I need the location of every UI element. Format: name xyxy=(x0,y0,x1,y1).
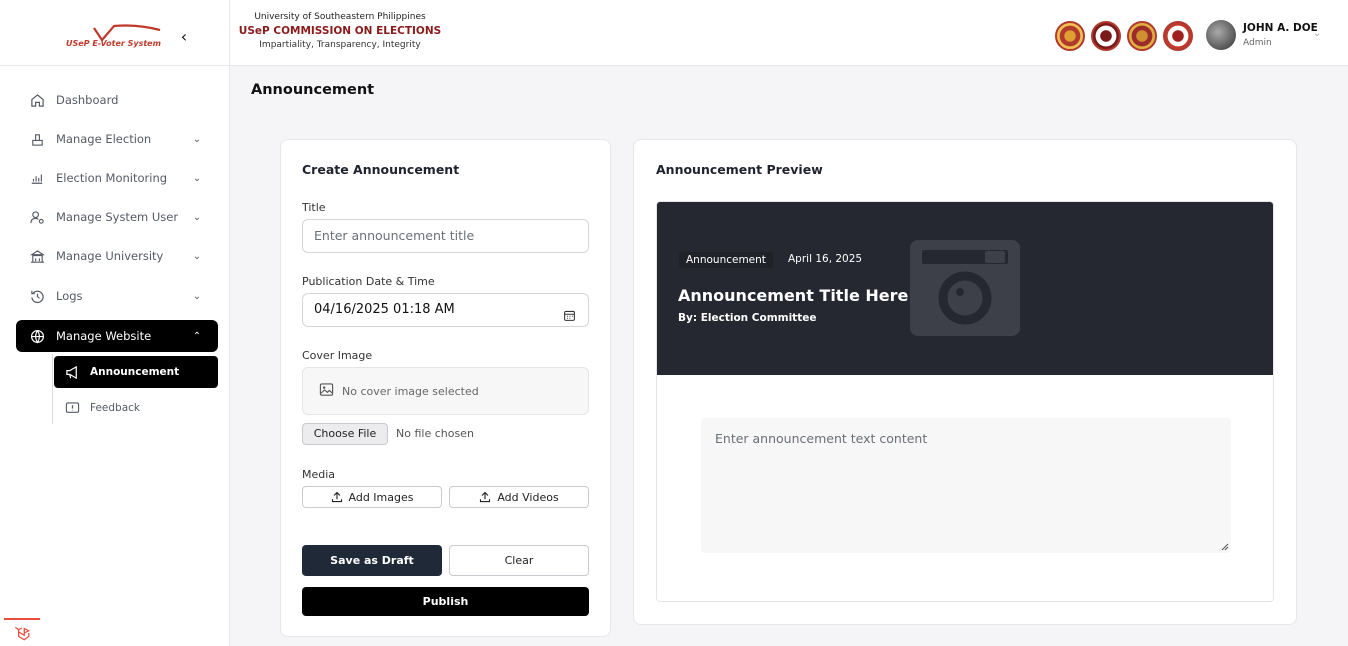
submenu-divider xyxy=(52,354,53,424)
sidebar-subitem-announcement[interactable]: Announcement xyxy=(54,356,218,388)
org-motto: Impartiality, Transparency, Integrity xyxy=(259,40,421,50)
no-file-text: No file chosen xyxy=(396,427,474,440)
add-videos-label: Add Videos xyxy=(497,490,559,504)
media-label: Media xyxy=(302,468,336,481)
user-menu-chevron-icon[interactable]: ⌄ xyxy=(1313,28,1321,39)
publish-button[interactable]: Publish xyxy=(302,587,589,616)
content-placeholder: Enter announcement text content xyxy=(715,431,928,446)
cover-image-label: Cover Image xyxy=(302,349,373,362)
preview-frame: Announcement April 16, 2025 Announcement… xyxy=(656,201,1274,602)
date-label: Publication Date & Time xyxy=(302,275,435,288)
chevron-down-icon: ⌄ xyxy=(192,250,202,262)
megaphone-icon xyxy=(64,364,80,380)
user-gear-icon xyxy=(28,208,46,226)
chart-icon xyxy=(28,169,46,187)
sidebar-item-manage-university[interactable]: Manage University ⌄ xyxy=(16,240,218,272)
globe-icon xyxy=(28,327,46,345)
chevron-up-icon: ⌃ xyxy=(192,330,202,342)
upload-icon xyxy=(479,491,491,503)
seal-3-icon xyxy=(1127,21,1157,51)
top-header: University of Southeastern Philippines U… xyxy=(230,0,1348,66)
sidebar-item-label: Dashboard xyxy=(56,93,119,107)
seal-2-icon xyxy=(1091,21,1121,51)
add-images-button[interactable]: Add Images xyxy=(302,486,442,508)
preview-headline: Announcement Title Here xyxy=(678,286,909,305)
sidebar-item-label: Manage System User xyxy=(56,210,179,224)
laravel-debug-icon[interactable] xyxy=(4,618,40,646)
sidebar: USeP E-Voter System ‹ Dashboard Manage E… xyxy=(0,0,230,646)
announcement-preview-card: Announcement Preview Announcement April … xyxy=(633,139,1297,625)
resize-handle-icon[interactable] xyxy=(1221,543,1229,551)
collapse-sidebar-icon[interactable]: ‹ xyxy=(176,28,192,46)
sidebar-item-manage-website[interactable]: Manage Website ⌃ xyxy=(16,320,218,352)
clear-button[interactable]: Clear xyxy=(449,545,589,576)
sidebar-item-label: Manage Website xyxy=(56,329,152,343)
preview-badge: Announcement xyxy=(679,252,773,268)
logo-row: USeP E-Voter System ‹ xyxy=(0,0,230,66)
org-university: University of Southeastern Philippines xyxy=(254,12,426,22)
cover-image-preview: No cover image selected xyxy=(302,367,589,415)
announcement-content-textarea[interactable]: Enter announcement text content xyxy=(701,418,1231,553)
page-title: Announcement xyxy=(251,82,375,98)
home-icon xyxy=(28,91,46,109)
sidebar-item-label: Logs xyxy=(56,289,83,303)
logo-text: USeP E-Voter System xyxy=(66,39,161,48)
chevron-down-icon: ⌄ xyxy=(192,133,202,145)
sidebar-item-label: Manage University xyxy=(56,249,164,263)
sidebar-item-dashboard[interactable]: Dashboard xyxy=(16,84,218,116)
avatar[interactable] xyxy=(1206,20,1236,50)
create-announcement-title: Create Announcement xyxy=(302,162,460,177)
choose-file-button[interactable]: Choose File xyxy=(302,423,388,445)
org-info: University of Southeastern Philippines U… xyxy=(230,12,450,50)
preview-hero: Announcement April 16, 2025 Announcement… xyxy=(657,202,1273,375)
preview-title: Announcement Preview xyxy=(656,162,823,177)
title-label: Title xyxy=(302,201,326,214)
history-icon xyxy=(28,287,46,305)
sidebar-subitem-feedback[interactable]: Feedback xyxy=(54,392,218,424)
seal-1-icon xyxy=(1055,21,1085,51)
create-announcement-card: Create Announcement Title Enter announce… xyxy=(280,139,611,637)
preview-byline: By: Election Committee xyxy=(678,312,817,324)
user-role: Admin xyxy=(1243,38,1272,48)
announcement-title-input[interactable]: Enter announcement title xyxy=(302,219,589,253)
sidebar-item-label: Manage Election xyxy=(56,132,152,146)
upload-icon xyxy=(331,491,343,503)
sidebar-item-manage-system-user[interactable]: Manage System User ⌄ xyxy=(16,201,218,233)
save-draft-button[interactable]: Save as Draft xyxy=(302,545,442,576)
add-images-label: Add Images xyxy=(348,490,414,504)
org-commission: USeP COMMISSION ON ELECTIONS xyxy=(238,25,442,37)
add-videos-button[interactable]: Add Videos xyxy=(449,486,589,508)
building-icon xyxy=(28,247,46,265)
user-name[interactable]: JOHN A. DOE xyxy=(1243,22,1318,34)
publication-datetime-input[interactable]: 04/16/2025 01:18 AM xyxy=(302,293,589,327)
sidebar-subitem-label: Announcement xyxy=(90,366,180,378)
chevron-down-icon: ⌄ xyxy=(192,211,202,223)
preview-date: April 16, 2025 xyxy=(788,253,863,265)
seal-4-icon xyxy=(1163,21,1193,51)
sidebar-item-label: Election Monitoring xyxy=(56,171,168,185)
calendar-icon[interactable] xyxy=(563,303,576,335)
chevron-down-icon: ⌄ xyxy=(192,290,202,302)
publication-datetime-value: 04/16/2025 01:18 AM xyxy=(314,302,455,317)
image-icon xyxy=(319,382,334,401)
feedback-icon xyxy=(64,400,80,416)
chevron-down-icon: ⌄ xyxy=(192,172,202,184)
sidebar-item-election-monitoring[interactable]: Election Monitoring ⌄ xyxy=(16,162,218,194)
app-logo[interactable]: USeP E-Voter System xyxy=(64,24,164,50)
cover-empty-text: No cover image selected xyxy=(342,384,479,398)
camera-placeholder-icon xyxy=(910,240,1020,336)
ballot-icon xyxy=(28,130,46,148)
sidebar-subitem-label: Feedback xyxy=(90,402,141,414)
sidebar-item-manage-election[interactable]: Manage Election ⌄ xyxy=(16,123,218,155)
sidebar-item-logs[interactable]: Logs ⌄ xyxy=(16,280,218,312)
